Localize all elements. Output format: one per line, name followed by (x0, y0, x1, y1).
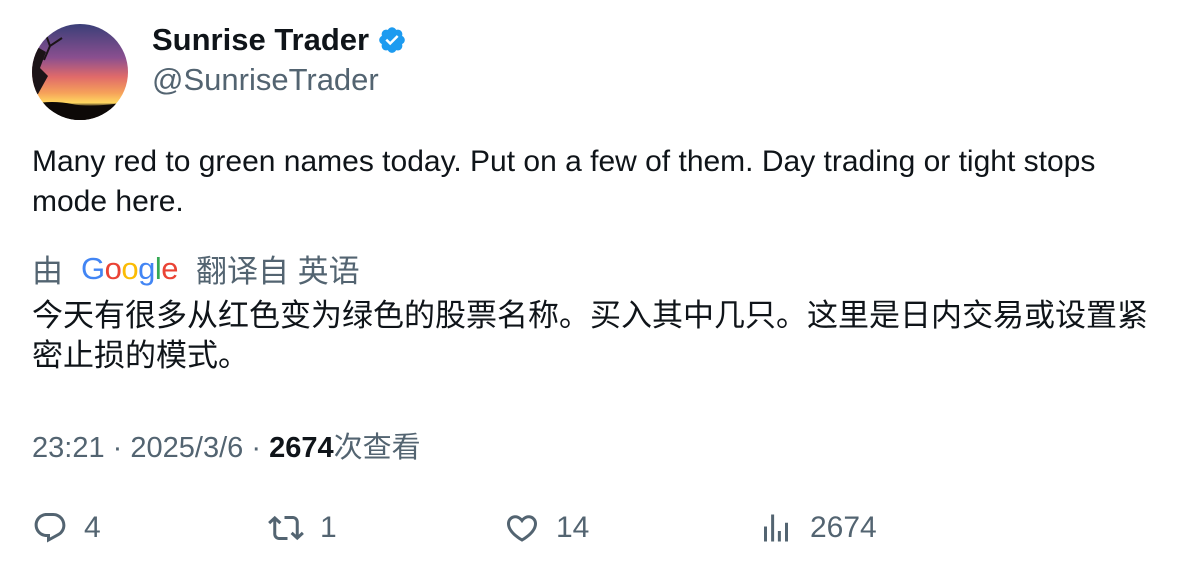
reply-icon (34, 513, 66, 543)
display-name[interactable]: Sunrise Trader (152, 22, 369, 58)
views-count: 2674 (269, 432, 334, 464)
retweet-button[interactable]: 1 (268, 510, 337, 546)
translation-suffix[interactable]: 翻译自 英语 (196, 246, 360, 291)
translation-attribution: 由 Google 翻译自 英语 (32, 246, 360, 291)
translation-prefix: 由 (32, 254, 63, 289)
reply-count: 4 (84, 511, 101, 544)
google-logo: Google (81, 250, 179, 287)
author-name-row: Sunrise Trader (152, 22, 407, 58)
meta-separator: · (112, 432, 123, 464)
retweet-icon (268, 515, 304, 541)
tweet-date[interactable]: 2025/3/6 (130, 432, 243, 464)
google-letter: o (121, 250, 139, 286)
author-handle[interactable]: @SunriseTrader (152, 62, 379, 98)
reply-button[interactable]: 4 (32, 510, 101, 546)
tweet-text: Many red to green names today. Put on a … (32, 145, 1096, 218)
google-letter: G (81, 250, 105, 286)
tweet-time[interactable]: 23:21 (32, 432, 105, 464)
google-letter: e (161, 250, 179, 286)
views-action-count: 2674 (810, 511, 877, 544)
meta-separator: · (251, 432, 261, 464)
heart-icon (506, 515, 538, 542)
analytics-icon (764, 514, 788, 542)
views-button[interactable]: 2674 (758, 510, 877, 546)
google-letter: g (138, 250, 155, 286)
tweet-meta: 23:21 · 2025/3/6 · 2674次查看 (32, 424, 421, 466)
retweet-count: 1 (320, 511, 337, 544)
avatar[interactable] (32, 24, 128, 120)
like-count: 14 (556, 511, 590, 544)
views-label: 次查看 (333, 432, 421, 464)
action-bar: 4 1 14 2674 (32, 510, 1172, 554)
translated-text: 今天有很多从红色变为绿色的股票名称。买入其中几只。这里是日内交易或设置紧密止损的… (32, 298, 1148, 373)
sunset-photo (32, 24, 128, 120)
google-letter: o (104, 250, 122, 286)
like-button[interactable]: 14 (504, 510, 589, 546)
verified-badge-icon (377, 25, 407, 55)
